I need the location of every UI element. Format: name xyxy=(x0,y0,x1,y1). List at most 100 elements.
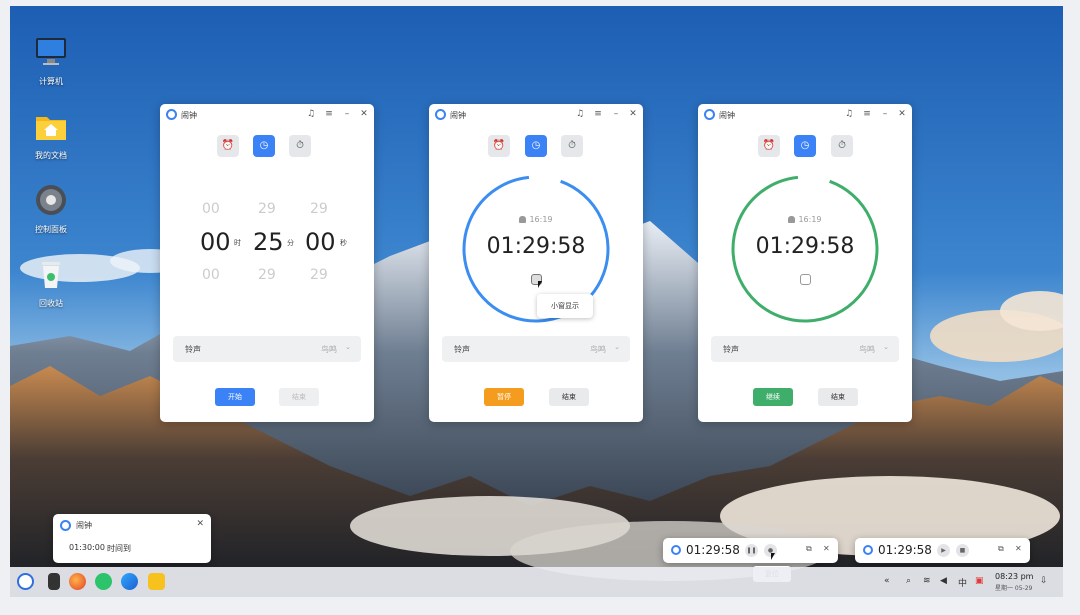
mini-window-icon[interactable] xyxy=(800,274,811,285)
titlebar: 闹钟 ♫ ≡ – ✕ xyxy=(160,104,374,126)
ringtone-value: 鸟鸣 xyxy=(321,345,337,354)
bell-icon[interactable]: ♫ xyxy=(843,108,855,120)
volume-icon[interactable]: ◀ xyxy=(940,576,947,586)
pause-button[interactable]: 暂停 xyxy=(484,388,524,406)
edge-browser-icon[interactable] xyxy=(121,573,138,590)
notification-center-icon[interactable]: ▣ xyxy=(975,576,984,586)
cursor-icon xyxy=(771,553,775,560)
desktop-icon-trash[interactable]: 回收站 xyxy=(16,256,86,309)
desktop-icon-label: 控制面板 xyxy=(35,225,67,234)
ringtone-label: 铃声 xyxy=(723,345,739,354)
tab-stopwatch[interactable]: ⏱ xyxy=(831,135,853,157)
start-menu-icon[interactable] xyxy=(17,573,34,590)
desktop-icon-control-panel[interactable]: 控制面板 xyxy=(16,182,86,235)
end-button[interactable]: 结束 xyxy=(818,388,858,406)
tab-countdown[interactable]: ◷ xyxy=(794,135,816,157)
cursor-icon xyxy=(538,281,542,288)
alarm-app-icon xyxy=(435,109,446,120)
ringtone-select[interactable]: 铃声 鸟鸣 ⌄ xyxy=(442,336,630,362)
pause-icon[interactable]: ❚❚ xyxy=(745,544,758,557)
menu-icon[interactable]: ≡ xyxy=(861,108,873,120)
wifi-icon[interactable]: ≋ xyxy=(923,576,931,586)
window-title: 闹钟 xyxy=(181,111,197,120)
hours-prev: 00 xyxy=(202,201,220,217)
tab-countdown[interactable]: ◷ xyxy=(525,135,547,157)
minutes-prev: 29 xyxy=(258,201,276,217)
play-icon[interactable]: ▶ xyxy=(937,544,950,557)
tab-stopwatch[interactable]: ⏱ xyxy=(561,135,583,157)
gear-icon xyxy=(33,182,69,218)
minimize-icon[interactable]: – xyxy=(341,108,353,120)
tab-alarm[interactable]: ⏰ xyxy=(217,135,239,157)
stop-icon[interactable]: ■ xyxy=(956,544,969,557)
chevron-down-icon: ⌄ xyxy=(345,343,351,351)
alarm-app-icon xyxy=(863,545,873,555)
tab-alarm[interactable]: ⏰ xyxy=(758,135,780,157)
alarm-app-icon xyxy=(671,545,681,555)
seconds-prev: 29 xyxy=(310,201,328,217)
desktop-icon-label: 计算机 xyxy=(39,77,63,86)
bell-icon[interactable]: ♫ xyxy=(574,108,586,120)
ringtone-select[interactable]: 铃声 鸟鸣 ⌄ xyxy=(173,336,361,362)
folder-home-icon xyxy=(33,108,69,144)
alarm-end-time: 16:19 xyxy=(429,215,643,224)
chat-icon[interactable] xyxy=(95,573,112,590)
start-button[interactable]: 开始 xyxy=(215,388,255,406)
hours-value[interactable]: 00 xyxy=(200,228,231,256)
restore-window-icon[interactable]: ⧉ xyxy=(998,544,1004,554)
browser-icon[interactable] xyxy=(69,573,86,590)
clock-date[interactable]: 星期一 05-29 xyxy=(995,583,1032,592)
tab-stopwatch[interactable]: ⏱ xyxy=(289,135,311,157)
mini-window-tooltip: 小窗显示 xyxy=(537,294,593,318)
minutes-value[interactable]: 25 xyxy=(253,228,284,256)
collapse-tray-icon[interactable]: « xyxy=(884,576,890,586)
tab-alarm[interactable]: ⏰ xyxy=(488,135,510,157)
search-icon[interactable]: ⌕ xyxy=(906,576,911,586)
ringtone-label: 铃声 xyxy=(185,345,201,354)
alarm-app-icon xyxy=(166,109,177,120)
show-desktop-icon[interactable]: ⇩ xyxy=(1040,576,1048,586)
close-icon[interactable]: ✕ xyxy=(1015,544,1022,553)
clock-time[interactable]: 08:23 pm xyxy=(995,572,1033,581)
alarm-end-time: 16:19 xyxy=(698,215,912,224)
chevron-down-icon: ⌄ xyxy=(614,343,620,351)
multitask-icon[interactable] xyxy=(48,573,60,590)
notification-popup[interactable]: 闹钟 ✕ 01:30:00 时间到 xyxy=(53,514,211,563)
desktop-icon-documents[interactable]: 我的文档 xyxy=(16,108,86,161)
close-icon[interactable]: ✕ xyxy=(896,108,908,120)
bell-icon xyxy=(519,216,527,223)
ringtone-select[interactable]: 铃声 鸟鸣 ⌄ xyxy=(711,336,899,362)
continue-button[interactable]: 继续 xyxy=(753,388,793,406)
desktop-icon-computer[interactable]: 计算机 xyxy=(16,34,86,87)
minimize-icon[interactable]: – xyxy=(879,108,891,120)
minimize-icon[interactable]: – xyxy=(610,108,622,120)
hours-next: 00 xyxy=(202,267,220,283)
bell-icon[interactable]: ♫ xyxy=(305,108,317,120)
file-manager-icon[interactable] xyxy=(148,573,165,590)
menu-icon[interactable]: ≡ xyxy=(323,108,335,120)
alarm-window-setup: 闹钟 ♫ ≡ – ✕ ⏰ ◷ ⏱ 00 00 时 00 29 25 分 29 2… xyxy=(160,104,374,422)
window-title: 闹钟 xyxy=(719,111,735,120)
menu-icon[interactable]: ≡ xyxy=(592,108,604,120)
mini-timer-running[interactable]: 01:29:58 ❚❚ ● ⧉ ✕ xyxy=(663,538,838,563)
alarm-app-icon xyxy=(60,520,71,531)
tab-countdown[interactable]: ◷ xyxy=(253,135,275,157)
close-icon[interactable]: ✕ xyxy=(196,519,204,529)
notification-time: 01:30:00 xyxy=(69,543,105,552)
computer-icon xyxy=(33,34,69,70)
close-icon[interactable]: ✕ xyxy=(358,108,370,120)
mini-timer-paused[interactable]: 01:29:58 ▶ ■ ⧉ ✕ xyxy=(855,538,1030,563)
seconds-next: 29 xyxy=(310,267,328,283)
close-icon[interactable]: ✕ xyxy=(627,108,639,120)
end-button[interactable]: 结束 xyxy=(279,388,319,406)
restore-window-icon[interactable]: ⧉ xyxy=(806,544,812,554)
close-icon[interactable]: ✕ xyxy=(823,544,830,553)
countdown-display: 01:29:58 xyxy=(486,234,586,259)
input-method-indicator[interactable]: 中 xyxy=(958,576,967,589)
taskbar: « ⌕ ≋ ◀ 中 ▣ 08:23 pm 星期一 05-29 ⇩ xyxy=(10,567,1063,597)
ringtone-label: 铃声 xyxy=(454,345,470,354)
seconds-value[interactable]: 00 xyxy=(305,228,336,256)
window-title: 闹钟 xyxy=(450,111,466,120)
end-button[interactable]: 结束 xyxy=(549,388,589,406)
unit-minutes: 分 xyxy=(287,239,294,247)
